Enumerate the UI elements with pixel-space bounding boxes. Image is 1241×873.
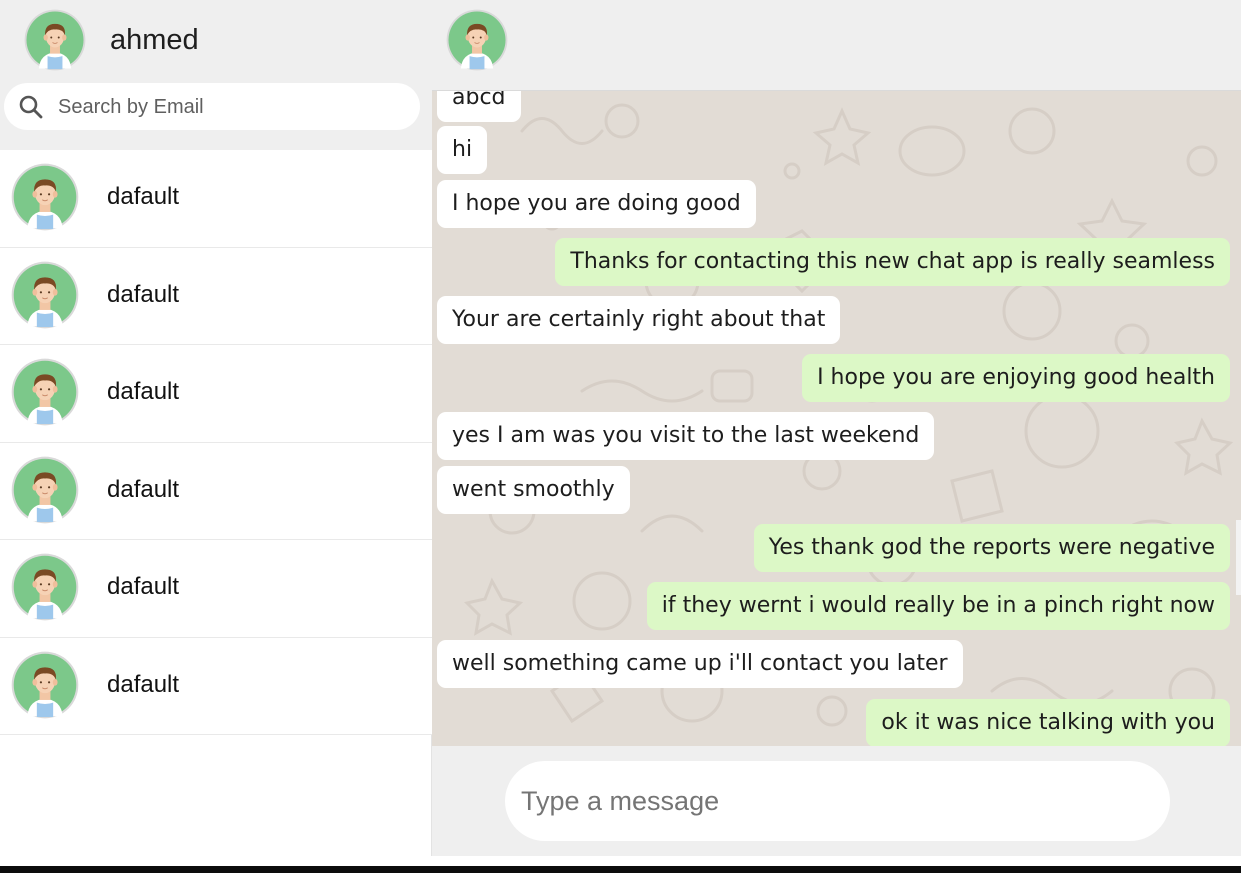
contact-list: dafault dafault dafault dafault dafault … bbox=[0, 150, 432, 735]
message-bubble-outgoing: I hope you are enjoying good health bbox=[802, 354, 1230, 402]
contact-item[interactable]: dafault bbox=[0, 637, 432, 735]
sidebar-header: ahmed bbox=[0, 0, 432, 150]
contact-item[interactable]: dafault bbox=[0, 345, 432, 443]
contact-item[interactable]: dafault bbox=[0, 247, 432, 345]
message-bubble-outgoing: Thanks for contacting this new chat app … bbox=[555, 238, 1230, 286]
message-bubble-outgoing: Yes thank god the reports were negative bbox=[753, 524, 1230, 572]
sidebar: ahmed dafault dafault dafault dafault bbox=[0, 0, 432, 856]
avatar-icon bbox=[11, 260, 79, 329]
chat-header bbox=[432, 0, 1241, 91]
editor-status-bar bbox=[0, 866, 1241, 873]
message-input[interactable] bbox=[505, 761, 1170, 841]
message-composer bbox=[432, 746, 1241, 856]
contact-item[interactable]: dafault bbox=[0, 442, 432, 540]
page-scrollbar[interactable] bbox=[1236, 520, 1241, 595]
message-bubble-outgoing: if they wernt i would really be in a pin… bbox=[646, 582, 1230, 630]
avatar-icon bbox=[11, 455, 79, 524]
contact-name: dafault bbox=[107, 475, 180, 503]
contact-name: dafault bbox=[107, 280, 180, 308]
message-bubble-incoming: yes I am was you visit to the last weeke… bbox=[437, 412, 935, 460]
chat-panel: abcd hi I hope you are doing good Thanks… bbox=[432, 0, 1241, 856]
avatar-icon bbox=[11, 358, 79, 426]
search-input[interactable] bbox=[58, 91, 398, 123]
message-bubble-incoming: hi bbox=[437, 126, 488, 174]
message-bubble-incoming: abcd bbox=[437, 91, 521, 122]
contact-name: dafault bbox=[107, 670, 180, 698]
contact-item[interactable]: dafault bbox=[0, 540, 432, 638]
search-icon bbox=[19, 95, 43, 119]
avatar-icon bbox=[11, 553, 79, 621]
contact-name: dafault bbox=[107, 573, 180, 600]
message-bubble-outgoing: ok it was nice talking with you bbox=[866, 699, 1230, 746]
profile-name: ahmed bbox=[110, 24, 199, 56]
message-bubble-incoming: Your are certainly right about that bbox=[437, 296, 841, 344]
contact-name: dafault bbox=[107, 183, 180, 210]
search-box[interactable] bbox=[4, 83, 420, 130]
contact-item[interactable]: dafault bbox=[0, 150, 432, 248]
message-bubble-incoming: went smoothly bbox=[437, 466, 630, 514]
message-list[interactable]: abcd hi I hope you are doing good Thanks… bbox=[432, 91, 1241, 746]
profile-avatar-icon[interactable] bbox=[24, 9, 86, 71]
chat-contact-avatar-icon[interactable] bbox=[446, 9, 508, 71]
message-bubble-incoming: well something came up i'll contact you … bbox=[437, 640, 963, 688]
avatar-icon bbox=[11, 163, 79, 231]
message-bubble-incoming: I hope you are doing good bbox=[437, 180, 756, 228]
contact-name: dafault bbox=[107, 378, 180, 405]
avatar-icon bbox=[11, 650, 79, 719]
